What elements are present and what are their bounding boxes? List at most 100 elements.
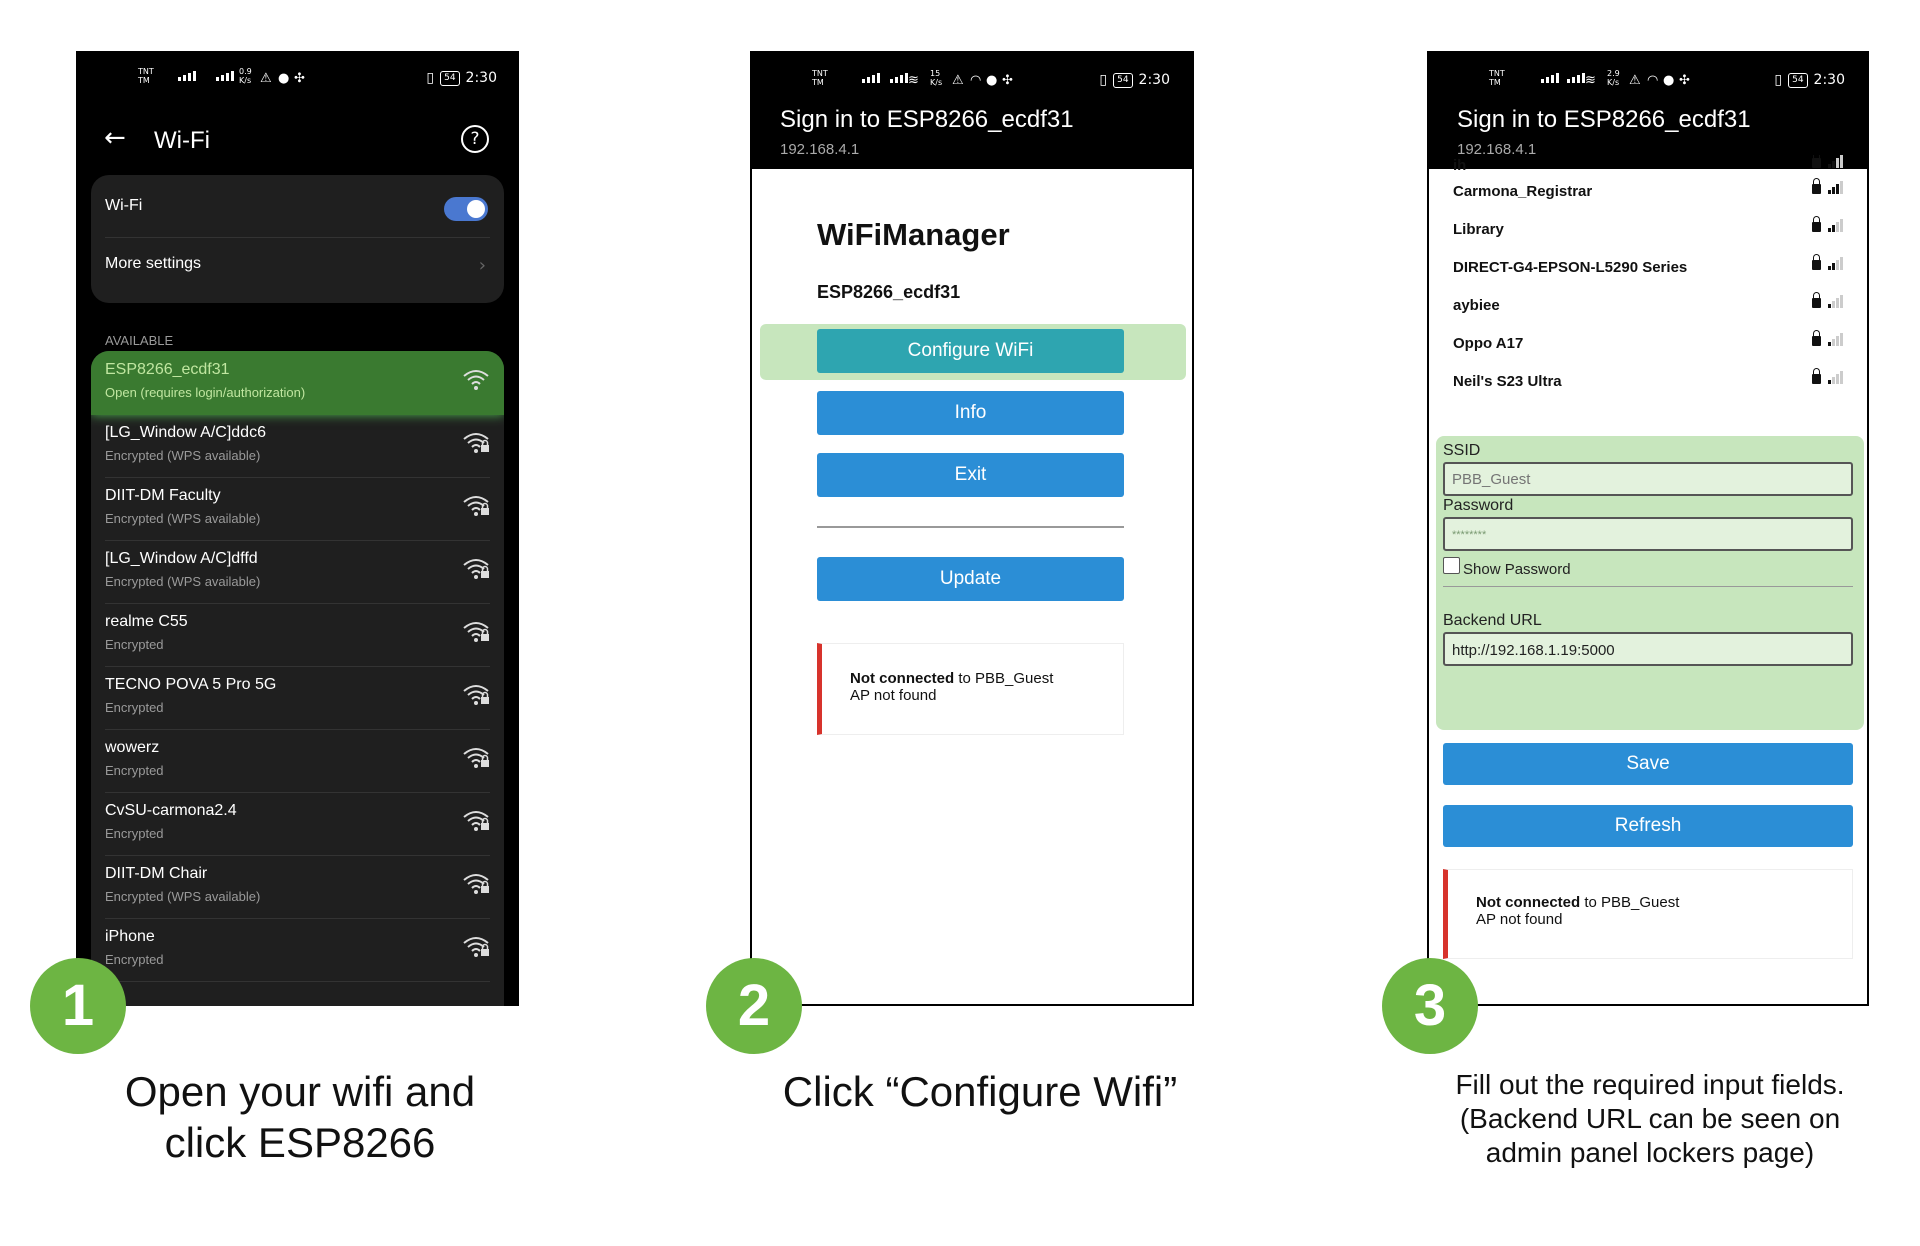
backend-url-label: Backend URL [1443,612,1542,629]
signal-strength-icon [1828,257,1843,270]
network-item[interactable]: [LG_Window A/C]ddc6 Encrypted (WPS avail… [91,414,504,478]
network-item[interactable]: Carmona_Registrar [1453,173,1843,211]
wifi-icon: ◠ [970,73,982,88]
wifi-locked-icon [462,493,490,521]
status-strong: Not connected [1476,894,1581,911]
network-status: Open (requires login/authorization) [105,385,306,400]
help-icon[interactable]: ? [461,125,489,153]
chevron-right-icon: › [478,255,486,276]
fan-icon: ✣ [1679,73,1690,88]
network-status: Encrypted [105,763,164,778]
refresh-button[interactable]: Refresh [1443,805,1853,847]
network-name: CvSU-carmona2.4 [105,802,237,819]
lock-icon [1812,155,1821,168]
password-input[interactable]: ******** [1443,517,1853,551]
network-item[interactable]: [LG_Window A/C]dffd Encrypted (WPS avail… [91,540,504,604]
lock-icon [1812,178,1821,194]
update-button[interactable]: Update [817,557,1124,601]
backend-url-input[interactable]: http://192.168.1.19:5000 [1443,632,1853,666]
wifi-locked-icon [462,556,490,584]
signal-icon [216,71,234,81]
status-rest: to PBB_Guest [954,670,1054,687]
network-item[interactable]: Oppo A17 [1453,325,1843,363]
alert-icon: ⚠ [952,73,964,88]
app-title: WiFiManager [817,217,1010,252]
network-item[interactable]: Library [1453,211,1843,249]
configure-wifi-button[interactable]: Configure WiFi [817,329,1124,373]
wifi-locked-icon [462,808,490,836]
status-bar: TNT TM ≋ 2.9 K/s ⚠ ◠ ● ✣ ▯ 54 2:30 [1429,53,1867,105]
signal-strength-icon [1828,371,1843,384]
network-item[interactable]: ESP8266_ecdf31 Open (requires login/auth… [91,351,504,415]
app-bar: ← Wi-Fi ? [76,113,519,173]
network-item[interactable]: DIIT-DM Chair Encrypted (WPS available) [91,855,504,919]
wifi-locked-icon [462,619,490,647]
back-arrow-icon[interactable]: ← [104,123,126,153]
wifi-signal-icon [462,367,490,395]
network-item[interactable]: DIRECT-G4-EPSON-L5290 Series [1453,249,1843,287]
network-name: realme C55 [105,613,188,630]
device-name: ESP8266_ecdf31 [817,282,961,302]
available-section-label: AVAILABLE [105,333,174,348]
clock: 2:30 [465,70,497,86]
signal-icon [890,73,908,83]
network-status: Encrypted [105,826,164,841]
network-item[interactable]: realme C55 Encrypted [91,603,504,667]
step-1-caption: Open your wifi and click ESP8266 [80,1066,520,1168]
network-item[interactable]: aybiee [1453,287,1843,325]
network-name: wowerz [105,739,160,756]
network-item[interactable]: CvSU-carmona2.4 Encrypted [91,792,504,856]
clock: 2:30 [1138,72,1170,88]
wifi-toggle[interactable] [444,197,488,221]
status-detail: AP not found [1476,911,1563,928]
caption-line: (Backend URL can be seen on [1459,1103,1841,1134]
show-password-checkbox[interactable] [1443,557,1460,574]
network-name: ih [1453,157,1467,174]
signal-icon [178,71,196,81]
connection-status-message: Not connected to PBB_Guest AP not found [1443,869,1853,959]
credentials-form: SSID Password ******** Show Password Bac… [1436,436,1864,730]
signal-icon [862,73,880,83]
wifi-label: Wi-Fi [105,197,143,214]
signal-strength-icon [1828,219,1843,232]
caption-line: Click “Configure Wifi” [782,1068,1178,1115]
network-item[interactable]: DIIT-DM Faculty Encrypted (WPS available… [91,477,504,541]
alert-icon: ⚠ [260,71,272,86]
portal-title: Sign in to ESP8266_ecdf31 [780,106,1074,133]
captive-portal-header: TNT TM ≋ 15 K/s ⚠ ◠ ● ✣ ▯ 54 2:30 Sign in to… [752,53,1192,169]
network-speed: 15 K/s [930,69,943,87]
signal-icon [1541,73,1559,83]
divider [105,981,490,982]
network-item-partial[interactable]: ih [1453,155,1843,175]
available-networks-list: ESP8266_ecdf31 Open (requires login/auth… [91,351,504,1006]
divider [1443,586,1853,587]
carrier-label: TNT TM [812,69,828,87]
network-item[interactable]: Neil's S23 Ultra [1453,363,1843,401]
network-item[interactable]: wowerz Encrypted [91,729,504,793]
password-label: Password [1443,497,1514,514]
wifi-icon: ≋ [1585,73,1596,88]
wifi-locked-icon [462,745,490,773]
more-settings-row[interactable]: More settings › [105,237,490,299]
ssid-label: SSID [1443,442,1481,459]
wifi-locked-icon [462,430,490,458]
page-title: Wi-Fi [154,127,210,154]
network-item[interactable]: TECNO POVA 5 Pro 5G Encrypted [91,666,504,730]
ssid-input[interactable] [1443,462,1853,496]
network-status: Encrypted [105,637,164,652]
messenger-icon: ● [986,73,998,88]
network-status: Encrypted [105,952,164,967]
wifi-locked-icon [462,934,490,962]
show-password-label: Show Password [1463,561,1571,578]
save-button[interactable]: Save [1443,743,1853,785]
exit-button[interactable]: Exit [817,453,1124,497]
connection-status-message: Not connected to PBB_Guest AP not found [817,643,1124,735]
network-item[interactable]: iPhone Encrypted [91,918,504,982]
phone-wifi-settings: TNT TM 0.9 K/s ⚠ ● ✣ ▯ 54 2:30 ← Wi-Fi ? Wi-… [76,51,519,1006]
info-button[interactable]: Info [817,391,1124,435]
step-3-badge: 3 [1382,958,1478,1054]
wifi-toggle-row[interactable]: Wi-Fi [105,175,490,237]
wifi-locked-icon [462,682,490,710]
network-status: Encrypted (WPS available) [105,511,261,526]
network-status: Encrypted (WPS available) [105,889,261,904]
